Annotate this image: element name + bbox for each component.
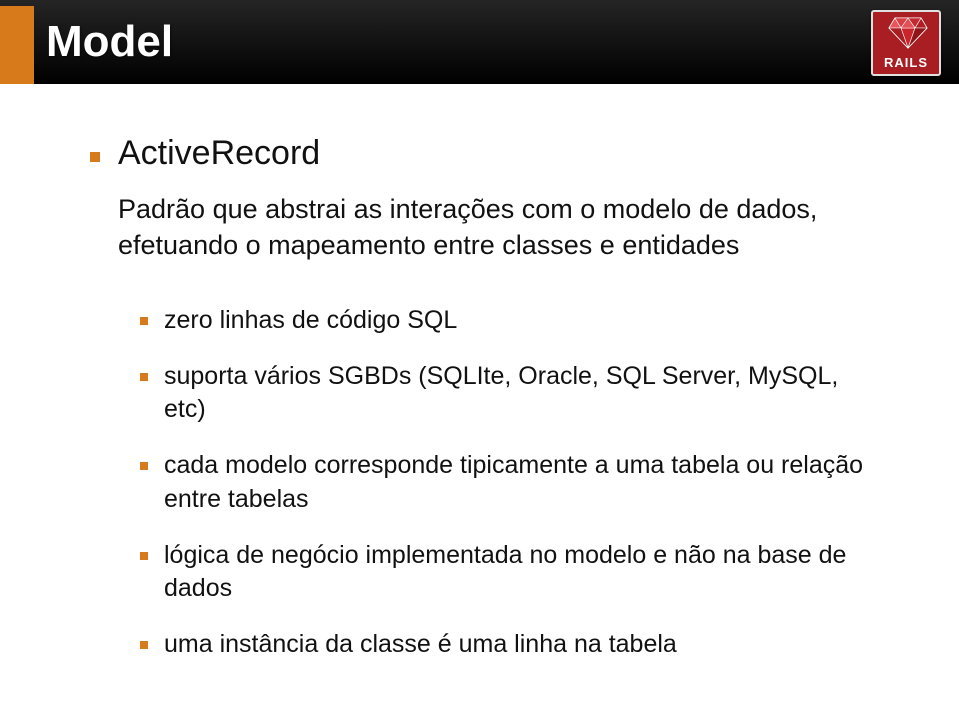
slide-header: Model RAILS bbox=[0, 0, 959, 84]
description-text: Padrão que abstrai as interações com o m… bbox=[118, 191, 898, 264]
list-item: suporta vários SGBDs (SQLIte, Oracle, SQ… bbox=[140, 360, 899, 428]
list-item-text: lógica de negócio implementada no modelo… bbox=[164, 539, 884, 607]
list-item: lógica de negócio implementada no modelo… bbox=[140, 539, 899, 607]
list-item-text: cada modelo corresponde tipicamente a um… bbox=[164, 449, 884, 517]
ruby-icon bbox=[887, 16, 929, 50]
rails-logo-text: RAILS bbox=[873, 55, 939, 70]
bullet-marker-icon bbox=[90, 152, 100, 162]
list-item-text: zero linhas de código SQL bbox=[164, 304, 457, 338]
bullet-marker-icon bbox=[140, 373, 148, 381]
list-item: uma instância da classe é uma linha na t… bbox=[140, 628, 899, 662]
bullet-marker-icon bbox=[140, 462, 148, 470]
heading-text: ActiveRecord bbox=[118, 134, 320, 173]
list-item-text: suporta vários SGBDs (SQLIte, Oracle, SQ… bbox=[164, 360, 884, 428]
list-item: zero linhas de código SQL bbox=[140, 304, 899, 338]
bullet-marker-icon bbox=[140, 317, 148, 325]
list-item-text: uma instância da classe é uma linha na t… bbox=[164, 628, 677, 662]
heading-bullet: ActiveRecord bbox=[90, 134, 899, 173]
bullet-marker-icon bbox=[140, 641, 148, 649]
list-item: cada modelo corresponde tipicamente a um… bbox=[140, 449, 899, 517]
slide-title: Model bbox=[46, 17, 173, 67]
bullet-marker-icon bbox=[140, 552, 148, 560]
slide-body: ActiveRecord Padrão que abstrai as inter… bbox=[0, 84, 959, 714]
rails-logo: RAILS bbox=[871, 10, 941, 76]
accent-block bbox=[0, 6, 34, 84]
